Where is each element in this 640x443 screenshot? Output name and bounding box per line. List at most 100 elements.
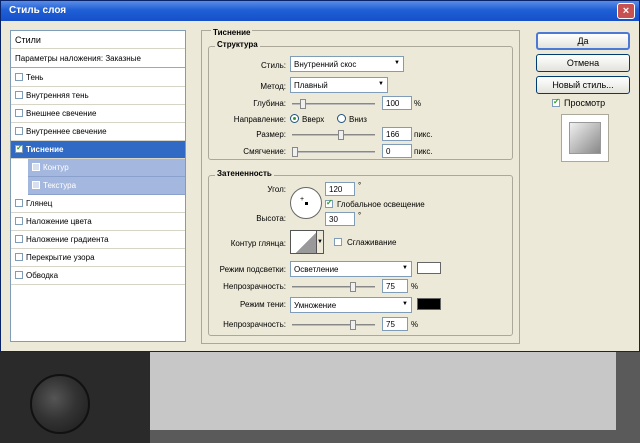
style-item[interactable]: Наложение цвета — [11, 213, 185, 231]
shadow-color-swatch[interactable] — [417, 298, 441, 310]
style-item[interactable]: Текстура — [28, 177, 185, 195]
depth-label: Глубина: — [253, 99, 286, 108]
shadow-opacity-thumb[interactable] — [350, 320, 356, 330]
direction-label: Направление: — [233, 115, 286, 124]
style-item-checkbox[interactable] — [15, 143, 23, 153]
size-slider-track — [292, 134, 375, 136]
shadow-opacity-label: Непрозрачность: — [223, 320, 286, 329]
window-title: Стиль слоя — [9, 5, 67, 16]
style-item-checkbox[interactable] — [15, 73, 23, 81]
preview-checkbox[interactable] — [552, 97, 560, 107]
highlight-opacity-input[interactable]: 75 — [382, 279, 408, 293]
style-item-checkbox[interactable] — [15, 91, 23, 99]
style-item[interactable]: Тиснение — [11, 141, 185, 159]
style-item-label: Внутренняя тень — [26, 91, 89, 100]
layer-style-dialog: Стиль слоя × Стили Параметры наложения: … — [0, 0, 640, 352]
style-item-label: Наложение градиента — [26, 235, 109, 244]
close-button[interactable]: × — [617, 3, 635, 19]
style-preview-swatch — [569, 122, 601, 154]
global-light-checkbox[interactable] — [325, 198, 333, 208]
altitude-input[interactable]: 30 — [325, 212, 355, 226]
canvas-light-panel — [150, 352, 616, 430]
style-item-label: Внутреннее свечение — [26, 127, 107, 136]
style-item-label: Обводка — [26, 271, 59, 280]
style-item-checkbox[interactable] — [15, 127, 23, 135]
style-item-label: Наложение цвета — [26, 217, 92, 226]
direction-down-radio[interactable] — [337, 114, 346, 123]
style-item[interactable]: Внутреннее свечение — [11, 123, 185, 141]
style-item[interactable]: Контур — [28, 159, 185, 177]
style-item[interactable]: Тень — [11, 69, 185, 87]
angle-dial[interactable]: + — [290, 187, 322, 219]
style-select[interactable]: Внутренний скос — [290, 56, 404, 72]
style-item-checkbox[interactable] — [15, 199, 23, 207]
size-slider[interactable] — [292, 130, 375, 140]
shadow-opacity-slider[interactable] — [292, 320, 375, 330]
technique-label: Метод: — [260, 82, 286, 91]
style-item-label: Текстура — [43, 181, 77, 190]
highlight-opacity-slider[interactable] — [292, 282, 375, 292]
shadow-opacity-input[interactable]: 75 — [382, 317, 408, 331]
style-item-checkbox[interactable] — [32, 163, 40, 171]
highlight-opacity-thumb[interactable] — [350, 282, 356, 292]
size-label: Размер: — [256, 130, 286, 139]
style-item-checkbox[interactable] — [15, 235, 23, 243]
angle-label: Угол: — [267, 185, 286, 194]
gloss-contour-dropdown[interactable]: ▼ — [316, 230, 324, 254]
size-slider-thumb[interactable] — [338, 130, 344, 140]
soften-slider-thumb[interactable] — [292, 147, 298, 157]
preview-label: Просмотр — [564, 98, 606, 108]
highlight-opacity-unit: % — [411, 282, 419, 291]
highlight-mode-label: Режим подсветки: — [219, 265, 286, 274]
depth-input[interactable]: 100 — [382, 96, 412, 110]
anti-aliased-checkbox[interactable] — [334, 238, 342, 246]
soften-input[interactable]: 0 — [382, 144, 412, 158]
style-item-label: Внешнее свечение — [26, 109, 97, 118]
style-item[interactable]: Внутренняя тень — [11, 87, 185, 105]
shadow-mode-value: Умножение — [294, 301, 337, 310]
style-item-checkbox[interactable] — [32, 181, 40, 189]
style-item[interactable]: Наложение градиента — [11, 231, 185, 249]
style-item[interactable]: Перекрытие узора — [11, 249, 185, 267]
direction-up-radio[interactable] — [290, 114, 299, 123]
style-select-value: Внутренний скос — [294, 60, 357, 69]
soften-label: Смягчение: — [243, 147, 286, 156]
styles-header[interactable]: Стили — [11, 31, 185, 49]
style-item[interactable]: Глянец — [11, 195, 185, 213]
bevel-title: Тиснение — [211, 28, 253, 37]
style-item-label: Тиснение — [26, 145, 64, 154]
depth-slider-thumb[interactable] — [300, 99, 306, 109]
soften-unit: пикс. — [414, 147, 433, 156]
style-item-label: Глянец — [26, 199, 53, 208]
highlight-mode-select[interactable]: Осветление — [290, 261, 412, 277]
style-item-label: Тень — [26, 73, 44, 82]
shadow-opacity-track — [292, 324, 375, 326]
new-style-button[interactable]: Новый стиль... — [536, 76, 630, 94]
ok-button[interactable]: Да — [536, 32, 630, 50]
technique-select-value: Плавный — [294, 81, 328, 90]
angle-input[interactable]: 120 — [325, 182, 355, 196]
shadow-opacity-unit: % — [411, 320, 419, 329]
highlight-opacity-track — [292, 286, 375, 288]
style-item-checkbox[interactable] — [15, 109, 23, 117]
angle-unit: ° — [358, 181, 362, 190]
style-item-checkbox[interactable] — [15, 217, 23, 225]
shadow-mode-select[interactable]: Умножение — [290, 297, 412, 313]
style-item[interactable]: Обводка — [11, 267, 185, 285]
style-item[interactable]: Внешнее свечение — [11, 105, 185, 123]
style-item-checkbox[interactable] — [15, 253, 23, 261]
blending-options-item[interactable]: Параметры наложения: Заказные — [11, 50, 185, 68]
soften-slider[interactable] — [292, 147, 375, 157]
shading-title: Затененность — [215, 169, 274, 178]
depth-unit: % — [414, 99, 422, 108]
depth-slider[interactable] — [292, 99, 375, 109]
cancel-button[interactable]: Отмена — [536, 54, 630, 72]
size-input[interactable]: 166 — [382, 127, 412, 141]
gloss-contour-label: Контур глянца: — [230, 239, 286, 248]
structure-title: Структура — [215, 40, 260, 49]
canvas-knob-artwork — [30, 374, 90, 434]
style-item-checkbox[interactable] — [15, 271, 23, 279]
altitude-unit: ° — [358, 211, 362, 220]
highlight-color-swatch[interactable] — [417, 262, 441, 274]
technique-select[interactable]: Плавный — [290, 77, 388, 93]
